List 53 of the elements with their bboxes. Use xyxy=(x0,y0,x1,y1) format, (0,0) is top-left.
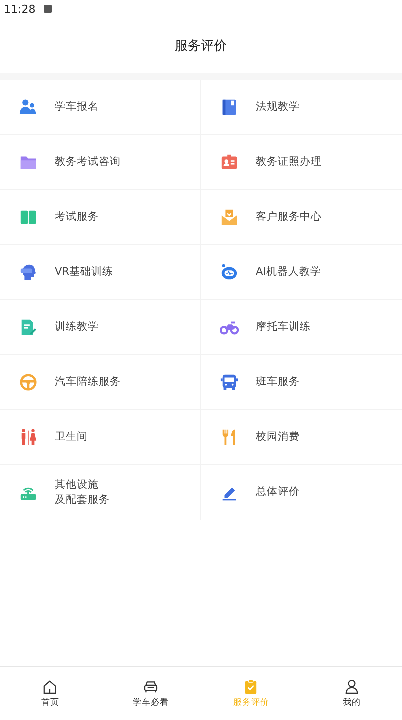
service-item[interactable]: 教务证照办理 xyxy=(201,135,402,190)
car-icon xyxy=(142,678,159,694)
people-icon xyxy=(19,98,38,116)
nav-tab[interactable]: 学车必看 xyxy=(100,667,201,720)
service-label: VR基础训练 xyxy=(55,264,114,280)
service-item[interactable]: VR基础训练 xyxy=(0,245,201,300)
service-label: 客户服务中心 xyxy=(256,210,322,224)
service-label: 校园消费 xyxy=(256,430,300,444)
clipboard-icon xyxy=(243,678,260,694)
service-item[interactable]: 汽车陪练服务 xyxy=(0,355,201,410)
status-time: 11:28 xyxy=(4,2,36,16)
person-icon xyxy=(344,678,360,694)
head-icon xyxy=(19,262,38,282)
service-label: 训练教学 xyxy=(55,320,99,334)
service-label: 教务考试咨询 xyxy=(55,154,121,170)
service-label: 班车服务 xyxy=(256,374,300,390)
envelope-icon xyxy=(220,208,239,226)
service-item[interactable]: 总体评价 xyxy=(201,465,402,520)
steering-wheel-icon xyxy=(19,372,38,392)
id-card-icon xyxy=(220,152,239,172)
service-item[interactable]: 教务考试咨询 xyxy=(0,135,201,190)
page-title: 服务评价 xyxy=(175,38,227,54)
service-item[interactable]: 其他设施 及配套服务 xyxy=(0,465,201,520)
service-item[interactable]: 校园消费 xyxy=(201,410,402,465)
service-item[interactable]: 班车服务 xyxy=(201,355,402,410)
service-item[interactable]: 训练教学 xyxy=(0,300,201,355)
service-label: 总体评价 xyxy=(256,485,300,500)
service-item[interactable]: AI机器人教学 xyxy=(201,245,402,300)
service-label: 其他设施 xyxy=(55,478,99,492)
service-label: 教务证照办理 xyxy=(256,154,322,170)
service-item[interactable]: 卫生间 xyxy=(0,410,201,465)
service-label: 及配套服务 xyxy=(55,492,110,508)
robot-icon xyxy=(220,262,239,282)
nav-tab[interactable]: 首页 xyxy=(0,667,100,720)
home-icon xyxy=(42,678,58,694)
service-label: 法规教学 xyxy=(256,100,300,114)
service-label: 卫生间 xyxy=(55,430,88,444)
service-item[interactable]: 摩托车训练 xyxy=(201,300,402,355)
service-item[interactable]: 法规教学 xyxy=(201,80,402,135)
nav-tab[interactable]: 我的 xyxy=(302,667,402,720)
bus-icon xyxy=(220,372,239,392)
service-label: 摩托车训练 xyxy=(256,320,311,334)
service-item[interactable]: 学车报名 xyxy=(0,80,201,135)
service-item[interactable]: 考试服务 xyxy=(0,190,201,245)
restroom-icon xyxy=(19,428,38,446)
service-item[interactable]: 客户服务中心 xyxy=(201,190,402,245)
service-label: 学车报名 xyxy=(55,100,99,114)
service-label: 考试服务 xyxy=(55,210,99,224)
service-label: AI机器人教学 xyxy=(256,264,322,280)
book-icon xyxy=(220,98,239,116)
notification-icon xyxy=(44,5,52,13)
service-label: 汽车陪练服务 xyxy=(55,374,121,390)
document-edit-icon xyxy=(19,318,38,336)
